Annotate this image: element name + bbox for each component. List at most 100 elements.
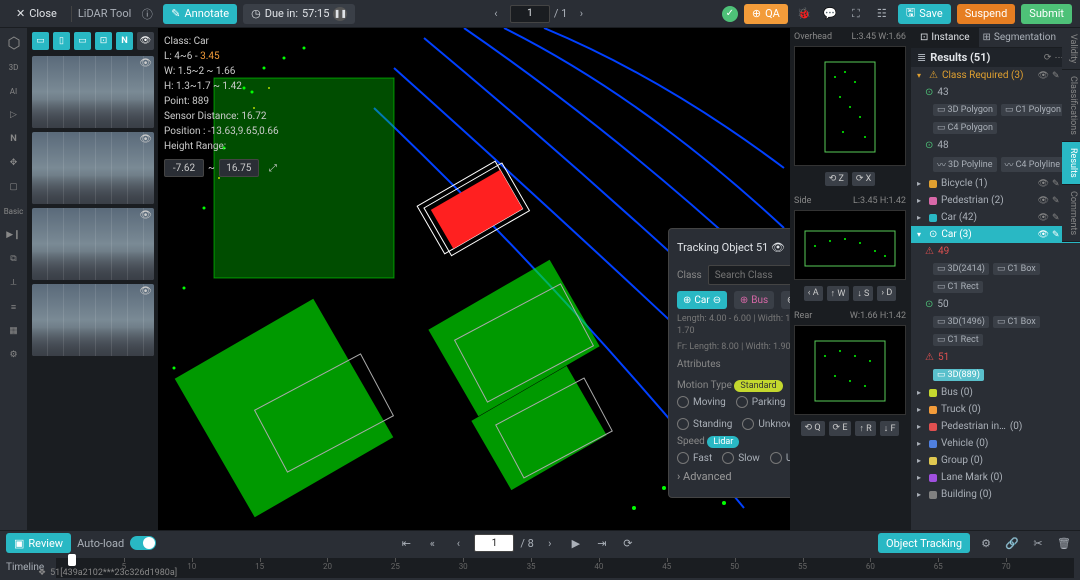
tool-move[interactable]: ✥ [3,152,25,174]
height-max-input[interactable] [219,159,259,177]
class-chip-car[interactable]: ⊕ Car ⊖ [677,291,727,309]
frame-input[interactable] [474,534,514,552]
tab-instance[interactable]: ⊡ Instance [911,28,979,47]
object-tracking-button[interactable]: Object Tracking [878,533,970,553]
camtool-eye[interactable]: 👁 [137,32,154,50]
group-class-required[interactable]: ▾⚠ Class Required (3)👁✎🗑 [911,67,1080,84]
overhead-view[interactable] [794,46,906,166]
fullscreen-icon[interactable]: ⛶ [846,4,866,24]
play-icon[interactable]: ▶ [566,533,586,553]
main-viewport[interactable]: Class: Car L: 4~6 - 3.45 W: 1.5~2 ~ 1.66… [158,28,790,530]
skip-end-icon[interactable]: ⇥ [592,533,612,553]
tool-cut[interactable]: ≡ [3,296,25,318]
edge-tab-results[interactable]: Results [1062,142,1080,185]
eye-icon[interactable]: 👁 [139,58,152,69]
tracking-link-icon[interactable]: 🔗 [1002,533,1022,553]
class-chip-truck[interactable]: ⊕ Truck [781,291,790,309]
speed-unknown[interactable]: Unknown [770,452,790,464]
tool-layers[interactable]: ⧉ [3,248,25,270]
group-bus[interactable]: ▸ Bus (0) [911,384,1080,401]
speed-slow[interactable]: Slow [722,452,760,464]
nav-r[interactable]: ↑ R [855,421,875,436]
next-frame-icon[interactable]: › [540,533,560,553]
tracking-delete-icon[interactable]: 🗑 [1054,533,1074,553]
result-51[interactable]: ⚠ 51 [911,349,1080,366]
group-ped-in[interactable]: ▸ Pedestrian in… (0) [911,418,1080,435]
range-expand-icon[interactable]: ⤢ [263,158,283,178]
rewind-icon[interactable]: « [422,533,442,553]
nav-d[interactable]: › D [877,286,896,301]
group-pedestrian[interactable]: ▸ Pedestrian (2)👁✎🗑 [911,192,1080,209]
nav-a[interactable]: ‹ A [804,286,823,301]
nav-q[interactable]: ⟲ Q [801,421,825,436]
camera-view-4[interactable]: 👁 [32,284,154,356]
side-view[interactable] [794,210,906,280]
nav-x[interactable]: ⟳ X [852,172,875,186]
tool-box[interactable]: ▢ [3,176,25,198]
advanced-toggle[interactable]: › Advanced [677,470,790,483]
tracking-cut-icon[interactable]: ✂ [1028,533,1048,553]
playhead[interactable] [68,554,76,566]
camtool-5[interactable]: 𝐍 [116,32,133,50]
group-building[interactable]: ▸ Building (0) [911,486,1080,503]
annotate-button[interactable]: ✎ Annotate [163,4,237,24]
group-truck[interactable]: ▸ Truck (0) [911,401,1080,418]
submit-button[interactable]: Submit [1021,4,1072,24]
tool-flag[interactable]: ▷ [3,104,25,126]
camtool-4[interactable]: ⊡ [95,32,112,50]
class-search-input[interactable] [708,265,790,285]
camera-view-2[interactable]: 👁 [32,132,154,204]
group-lanemark[interactable]: ▸ Lane Mark (0) [911,469,1080,486]
eye-icon[interactable]: 👁 [139,286,152,297]
tool-playback[interactable]: ▶❙ [3,224,25,246]
tool-path[interactable]: 𝐍 [3,128,25,150]
tool-3d[interactable]: 3D [3,56,25,78]
group-car-3[interactable]: ▾⊙ Car (3)👁✎🗑 [911,226,1080,243]
edge-tab-comments[interactable]: Comments [1062,185,1080,242]
tool-grid[interactable]: ▦ [3,320,25,342]
motion-standing[interactable]: Standing [677,418,732,430]
page-input[interactable] [510,5,550,23]
eye-icon[interactable]: 👁 [139,210,152,221]
nav-s[interactable]: ↓ S [853,286,873,301]
result-49[interactable]: ⚠ 49 [911,243,1080,260]
class-chip-bus[interactable]: ⊕ Bus [734,291,774,309]
camtool-2[interactable]: ▯ [53,32,70,50]
motion-moving[interactable]: Moving [677,396,726,408]
camera-view-1[interactable]: 👁 [32,56,154,128]
timeline-track[interactable]: 510152025303540455055606570 [56,558,1074,578]
camtool-3[interactable]: ▭ [74,32,91,50]
save-button[interactable]: 🖫 Save [898,4,951,24]
timer-button[interactable]: ◷ Due in: 57:15 ❚❚ [243,4,355,24]
nav-z[interactable]: ⟲ Z [825,172,848,186]
group-bicycle[interactable]: ▸ Bicycle (1)👁✎🗑 [911,175,1080,192]
result-48[interactable]: ⊙ 48 [911,137,1080,154]
group-vehicle[interactable]: ▸ Vehicle (0) [911,435,1080,452]
group-group[interactable]: ▸ Group (0) [911,452,1080,469]
motion-parking[interactable]: Parking [736,396,786,408]
nav-f[interactable]: ↓ F [880,421,900,436]
result-43[interactable]: ⊙ 43 [911,84,1080,101]
qa-button[interactable]: ⊕ QA [744,4,788,24]
tab-segmentation[interactable]: ⊞ Segmentation [979,28,1060,47]
shortcut-icon[interactable]: ☷ [872,4,892,24]
camtool-1[interactable]: ▭ [32,32,49,50]
motion-unknown[interactable]: Unknown [742,418,790,430]
rear-view[interactable] [794,325,906,415]
tool-ai[interactable]: AI [3,80,25,102]
tool-cube[interactable] [3,32,25,54]
result-50[interactable]: ⊙ 50 [911,296,1080,313]
speed-fast[interactable]: Fast [677,452,712,464]
edge-tab-validity[interactable]: Validity [1062,28,1080,70]
suspend-button[interactable]: Suspend [957,4,1016,24]
bug-icon[interactable]: 🐞 [794,4,814,24]
tracking-settings-icon[interactable]: ⚙ [976,533,996,553]
prev-frame-icon[interactable]: ‹ [448,533,468,553]
height-min-input[interactable] [164,159,204,177]
camera-view-3[interactable]: 👁 [32,208,154,280]
autoload-toggle[interactable] [130,536,156,550]
tool-settings[interactable]: ⚙ [3,344,25,366]
skip-start-icon[interactable]: ⇤ [396,533,416,553]
comment-icon[interactable]: 💬 [820,4,840,24]
nav-e[interactable]: ⟳ E [829,421,852,436]
